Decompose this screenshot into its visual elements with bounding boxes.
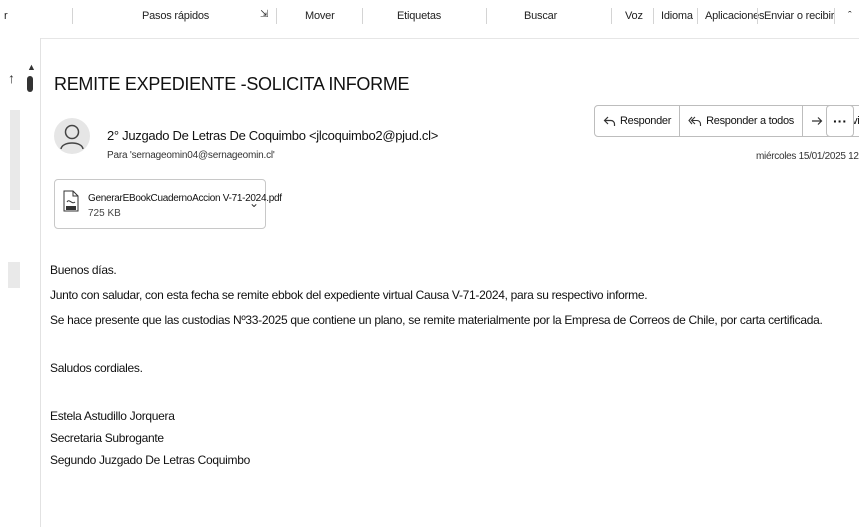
search-group[interactable]: Buscar [524,10,557,22]
move-group[interactable]: Mover [305,10,335,22]
received-date: miércoles 15/01/2025 12:36 [756,151,859,162]
ribbon-separator [697,8,698,24]
ribbon-separator [72,8,73,24]
recipient-address[interactable]: 'sernageomin04@sernageomin.cl' [130,150,275,161]
voice-group[interactable]: Voz [625,10,643,22]
to-label: Para [107,150,128,161]
up-arrow-icon[interactable]: ↑ [8,70,15,86]
email-subject: REMITE EXPEDIENTE -SOLICITA INFORME [54,74,410,94]
signature-name: Estela Astudillo Jorquera [50,409,175,423]
reply-all-button[interactable]: Responder a todos [680,106,803,136]
ribbon-overflow-chevron-icon[interactable]: ˆ [848,10,852,22]
scroll-up-icon[interactable]: ▲ [27,62,36,72]
send-receive-group[interactable]: Enviar o recibir [764,10,834,22]
folder-scrollbar[interactable] [10,110,20,210]
reply-button[interactable]: Responder [595,106,681,136]
reply-all-icon [688,116,702,126]
quick-steps-group[interactable]: Pasos rápidos [142,10,209,22]
sender-avatar[interactable] [54,118,90,154]
forward-arrow-icon [811,117,823,125]
folder-item-highlight [8,262,20,288]
body-paragraph: Junto con saludar, con esta fecha se rem… [50,288,648,302]
ribbon-separator [276,8,277,24]
pdf-file-icon [63,190,79,212]
signature-title: Secretaria Subrogante [50,431,164,445]
ribbon-separator [486,8,487,24]
attachment-card[interactable]: GenerarEBookCuadernoAccion V-71-2024.pdf… [54,179,282,229]
body-greeting: Buenos días. [50,263,117,277]
body-closing: Saludos cordiales. [50,361,143,375]
ribbon-separator [757,8,758,24]
recipient-line: Para 'sernageomin04@sernageomin.cl' [107,150,275,161]
ribbon-separator [834,8,835,24]
person-icon [60,124,84,150]
signature-court: Segundo Juzgado De Letras Coquimbo [50,453,250,467]
message-actions: Responder Responder a todos Reenviar [594,105,859,137]
body-paragraph: Se hace presente que las custodias Nº33-… [50,313,823,327]
chevron-down-icon[interactable]: ⌄ [249,196,259,210]
reply-all-label: Responder a todos [706,115,794,127]
ribbon-separator [611,8,612,24]
attachment-size: 725 KB [88,208,121,219]
ribbon-separator [362,8,363,24]
reply-label: Responder [620,115,672,127]
reply-icon [603,116,616,126]
dialog-launcher-icon[interactable]: ⇲ [260,9,268,20]
ribbon: r Pasos rápidos ⇲ Mover Etiquetas Buscar… [0,0,859,39]
left-pane [0,38,41,527]
sender-name[interactable]: 2° Juzgado De Letras De Coquimbo <jlcoqu… [107,128,438,143]
ribbon-partial-label: r [4,10,8,22]
more-actions-button[interactable]: ··· [826,105,854,137]
reading-pane-scrollbar-thumb[interactable] [27,76,33,92]
language-group[interactable]: Idioma [661,10,693,22]
tags-group[interactable]: Etiquetas [397,10,441,22]
ribbon-separator [653,8,654,24]
apps-group[interactable]: Aplicaciones [705,10,765,22]
